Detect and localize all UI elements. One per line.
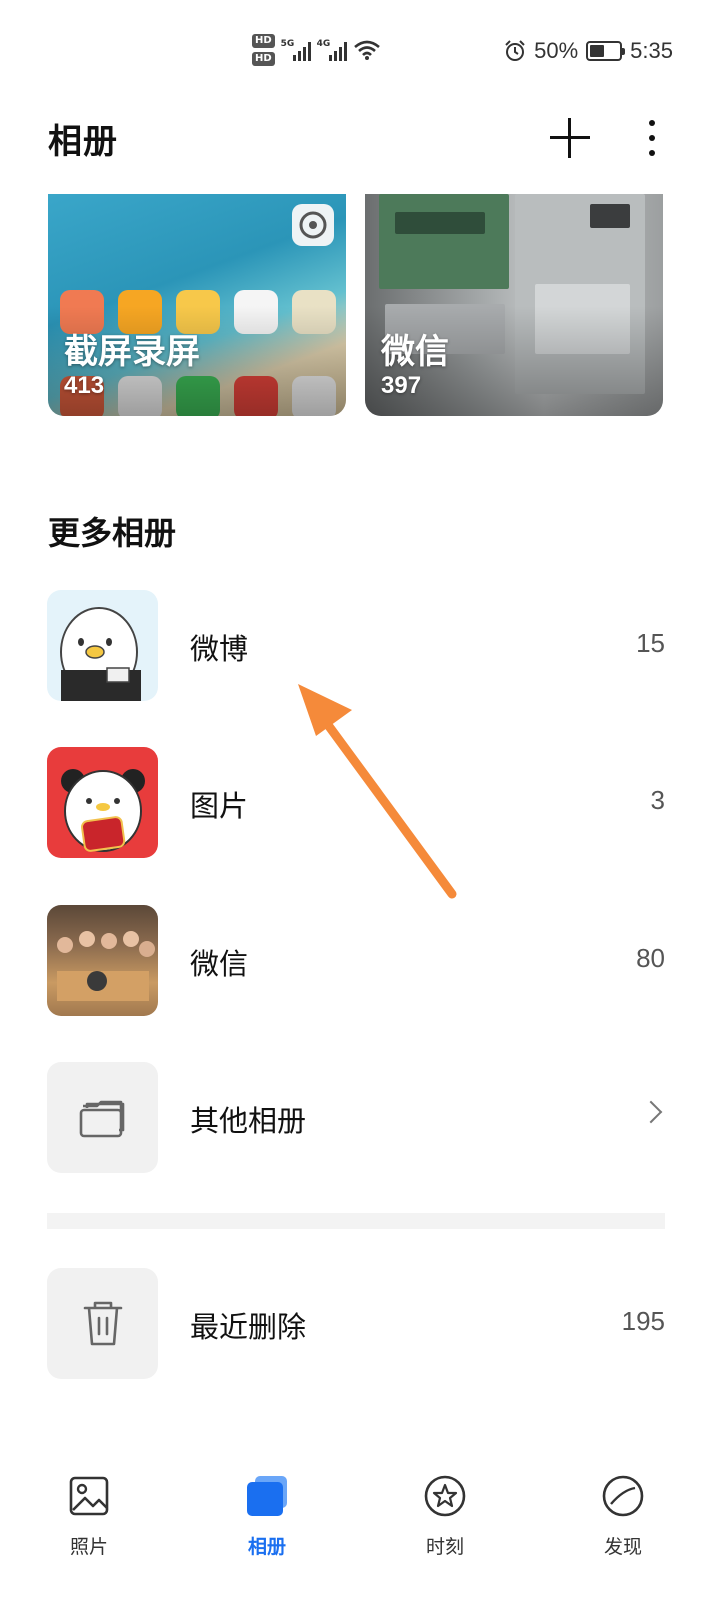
album-name: 图片 [190, 789, 249, 823]
bottom-navigation: 照片 相册 时刻 发现 [0, 1460, 727, 1600]
nav-tab-discover[interactable]: 发现 [578, 1474, 668, 1574]
album-row-recently-deleted[interactable]: 最近删除 195 [0, 1268, 727, 1380]
alarm-icon [505, 40, 525, 61]
group-photo-thumbnail-icon [57, 931, 155, 1001]
album-thumbnail [47, 905, 158, 1016]
album-thumbnail [47, 747, 158, 858]
album-count: 3 [650, 785, 665, 815]
album-count: 195 [621, 1306, 665, 1336]
settings-app-thumbnail-icon [292, 204, 334, 246]
network-indicators: HD HD 5G 4G [252, 34, 381, 66]
album-row-pictures[interactable]: 图片 3 [0, 747, 727, 859]
album-name: 其他相册 [190, 1104, 307, 1138]
album-count: 80 [636, 943, 665, 973]
album-name: 截屏录屏 [64, 332, 200, 372]
more-dot [649, 120, 655, 126]
album-name: 微信 [190, 947, 249, 981]
album-thumbnail [47, 1268, 158, 1379]
signal-4g-icon: 4G [317, 39, 347, 61]
album-card-screenshots[interactable]: 截屏录屏 413 [48, 194, 346, 416]
page-title: 相册 [48, 122, 118, 162]
signal-5g-icon: 5G [281, 39, 311, 61]
album-row-other-albums[interactable]: 其他相册 [0, 1062, 727, 1174]
cartoon-chick-thumbnail-icon [60, 607, 141, 701]
circuit-board-photo [395, 212, 485, 234]
wifi-icon [353, 40, 380, 60]
nav-tab-moments[interactable]: 时刻 [400, 1474, 490, 1574]
album-name: 微博 [190, 632, 249, 666]
album-name: 最近删除 [190, 1310, 307, 1344]
nav-label: 相册 [247, 1536, 286, 1558]
status-bar: HD HD 5G 4G 50% 5:35 [0, 0, 727, 100]
hd-voice-icon: HD [252, 34, 275, 48]
hd-voice-icons: HD HD [252, 34, 275, 66]
clock: 5:35 [630, 38, 673, 63]
circuit-board-photo [590, 204, 630, 228]
album-thumbnail [47, 1062, 158, 1173]
system-indicators: 50% 5:35 [504, 38, 673, 64]
album-count: 15 [636, 628, 665, 658]
photo-icon [69, 1476, 109, 1516]
cartoon-panda-thumbnail-icon [61, 769, 145, 852]
star-moments-icon [424, 1475, 466, 1517]
section-divider [47, 1213, 665, 1229]
album-card-wechat[interactable]: 微信 397 [365, 194, 663, 416]
nav-tab-albums[interactable]: 相册 [222, 1474, 312, 1574]
nav-label: 时刻 [425, 1536, 464, 1558]
more-dot [649, 135, 655, 141]
album-icon [247, 1476, 287, 1516]
album-thumbnail [47, 590, 158, 701]
album-count: 397 [381, 372, 422, 399]
battery-percent: 50% [534, 38, 579, 63]
trash-icon [83, 1301, 123, 1346]
folder-icon [79, 1100, 125, 1138]
nav-label: 发现 [603, 1536, 642, 1558]
discover-icon [602, 1475, 644, 1517]
chevron-right-icon [639, 1100, 663, 1124]
section-title-more-albums: 更多相册 [48, 514, 177, 552]
album-name: 微信 [381, 332, 449, 372]
hd-voice-icon: HD [252, 52, 275, 66]
album-row-weibo[interactable]: 微博 15 [0, 590, 727, 702]
more-dot [649, 150, 655, 156]
battery-icon [586, 41, 626, 61]
nav-tab-photos[interactable]: 照片 [44, 1474, 134, 1574]
circuit-board-photo [379, 194, 509, 289]
album-row-wechat[interactable]: 微信 80 [0, 905, 727, 1017]
album-count: 413 [64, 372, 105, 399]
more-options-button[interactable] [636, 114, 668, 162]
nav-label: 照片 [69, 1536, 108, 1558]
add-album-button[interactable] [546, 114, 594, 162]
